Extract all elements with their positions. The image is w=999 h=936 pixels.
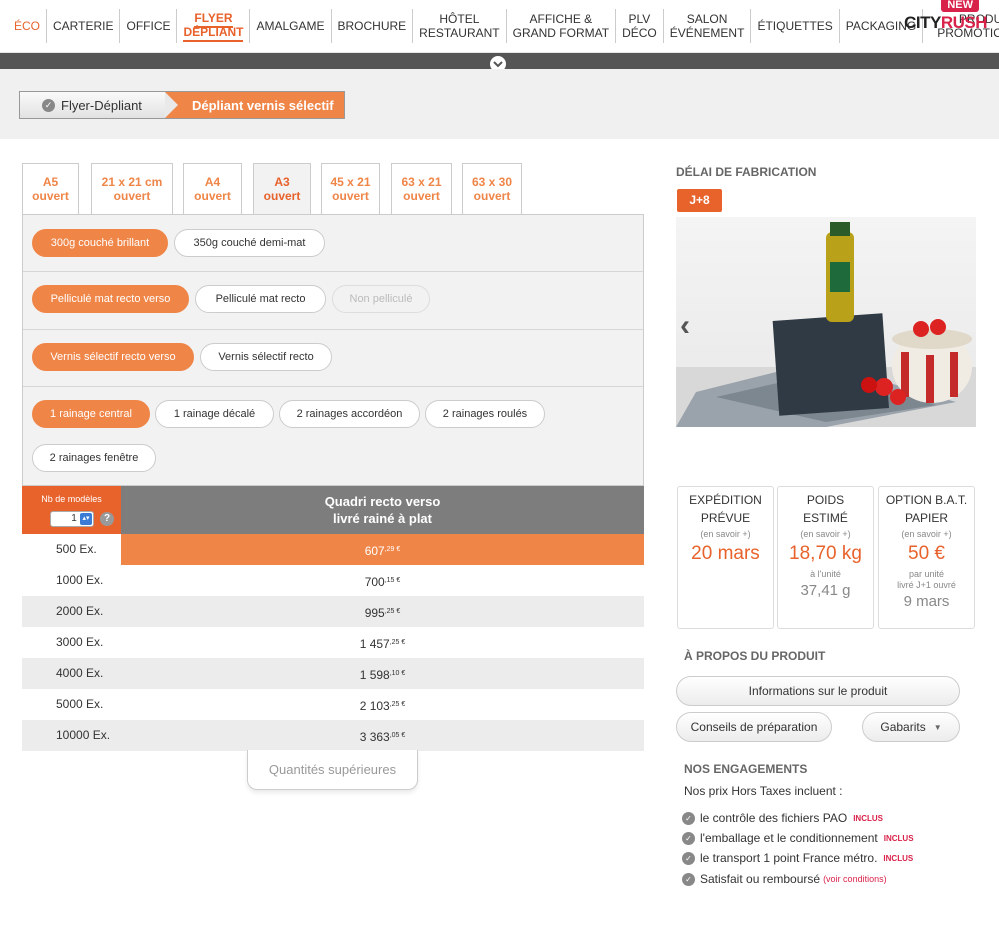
tab-21x21[interactable]: 21 x 21 cm ouvert	[91, 163, 173, 215]
nav-amalgame[interactable]: AMALGAME	[250, 9, 332, 43]
option-pellicule-recto[interactable]: Pelliculé mat recto	[195, 285, 326, 313]
cityrush-logo[interactable]: NEW CITYRUSH	[904, 0, 988, 50]
tab-63x21[interactable]: 63 x 21 ouvert	[391, 163, 452, 215]
option-rainages-accordeon[interactable]: 2 rainages accordéon	[279, 400, 420, 428]
caret-down-icon: ▼	[933, 722, 942, 732]
breadcrumb-parent[interactable]: ✓ Flyer-Dépliant	[20, 92, 165, 118]
nav-hotel-restaurant[interactable]: HÔTEL RESTAURANT	[413, 9, 507, 43]
price-column-header: Quadri recto verso livré rainé à plat	[324, 494, 441, 526]
creasing-options: 1 rainage central 1 rainage décalé 2 rai…	[23, 387, 643, 485]
preparation-tips-button[interactable]: Conseils de préparation	[676, 712, 832, 742]
nav-brochure[interactable]: BROCHURE	[332, 9, 414, 43]
new-badge: NEW	[941, 0, 979, 12]
table-row[interactable]: 5000 Ex. 2 103,25 €	[22, 689, 644, 720]
nav-plv-deco[interactable]: PLV DÉCO	[616, 9, 664, 43]
option-rainage-central[interactable]: 1 rainage central	[32, 400, 150, 428]
conditions-link[interactable]: (voir conditions)	[823, 874, 887, 884]
table-row[interactable]: 10000 Ex. 3 363,05 €	[22, 720, 644, 751]
bat-option-stat: OPTION B.A.T. PAPIER (en savoir +) 50 € p…	[878, 486, 975, 629]
tab-63x30[interactable]: 63 x 30 ouvert	[462, 163, 522, 215]
check-icon: ✓	[682, 872, 695, 886]
commitments-intro: Nos prix Hors Taxes incluent :	[684, 784, 843, 798]
option-non-pellicule: Non pelliculé	[332, 285, 430, 313]
table-row[interactable]: 500 Ex. 607,29 €	[22, 534, 644, 565]
tab-a4[interactable]: A4 ouvert	[183, 163, 242, 215]
higher-quantities-button[interactable]: Quantités supérieures	[247, 750, 418, 790]
price-table-header: Nb de modèles 1 ▴▾ ? Quadri recto verso li…	[22, 486, 644, 534]
table-row[interactable]: 4000 Ex. 1 598,10 €	[22, 658, 644, 689]
commitment-item: ✓ le contrôle des fichiers PAO INCLUS	[682, 810, 883, 826]
learn-more-link[interactable]: (en savoir +)	[778, 529, 873, 539]
breadcrumb-current: Dépliant vernis sélectif	[165, 92, 344, 118]
nav-etiquettes[interactable]: ÉTIQUETTES	[751, 9, 840, 43]
options-panel: 300g couché brillant 350g couché demi-ma…	[22, 214, 644, 486]
table-row[interactable]: 1000 Ex. 700,15 €	[22, 565, 644, 596]
templates-button[interactable]: Gabarits ▼	[862, 712, 960, 742]
commitment-item: ✓ l'emballage et le conditionnement INCLUS	[682, 830, 914, 846]
nav-carterie[interactable]: CARTERIE	[47, 9, 121, 43]
about-title: À PROPOS DU PRODUIT	[684, 649, 826, 663]
lamination-options: Pelliculé mat recto verso Pelliculé mat …	[23, 272, 643, 330]
check-icon: ✓	[682, 811, 695, 825]
table-row[interactable]: 2000 Ex. 995,25 €	[22, 596, 644, 627]
nav-flyer-depliant[interactable]: FLYER DÉPLIANT	[177, 9, 251, 43]
models-cell: Nb de modèles 1 ▴▾ ?	[22, 486, 121, 534]
paper-options: 300g couché brillant 350g couché demi-ma…	[23, 215, 643, 272]
commitment-item: ✓ le transport 1 point France métro. INCLU…	[682, 850, 913, 866]
breadcrumb-zone: ✓ Flyer-Dépliant Dépliant vernis sélecti…	[0, 69, 999, 139]
option-rainages-fenetre[interactable]: 2 rainages fenêtre	[32, 444, 156, 472]
prev-arrow-icon[interactable]: ‹	[680, 309, 690, 343]
models-select[interactable]: 1 ▴▾	[50, 511, 94, 527]
stepper-icon: ▴▾	[80, 513, 92, 525]
top-navigation: ÉCO CARTERIE OFFICE FLYER DÉPLIANT AMALGA…	[0, 0, 999, 53]
option-vernis-recto-verso[interactable]: Vernis sélectif recto verso	[32, 343, 194, 371]
nav-office[interactable]: OFFICE	[120, 9, 178, 43]
product-info-button[interactable]: Informations sur le produit	[676, 676, 960, 706]
commitment-item: ✓ Satisfait ou remboursé (voir conditions)	[682, 871, 887, 887]
option-pellicule-recto-verso[interactable]: Pelliculé mat recto verso	[32, 285, 189, 313]
varnish-options: Vernis sélectif recto verso Vernis sélec…	[23, 330, 643, 387]
commitments-title: NOS ENGAGEMENTS	[684, 762, 808, 776]
check-icon: ✓	[682, 831, 695, 845]
tab-a3[interactable]: A3 ouvert	[253, 163, 311, 216]
delay-title: DÉLAI DE FABRICATION	[676, 165, 817, 179]
check-icon: ✓	[682, 851, 695, 865]
help-icon[interactable]: ?	[100, 512, 114, 526]
breadcrumb: ✓ Flyer-Dépliant Dépliant vernis sélecti…	[19, 91, 345, 119]
shipping-stat: EXPÉDITION PRÉVUE (en savoir +) 20 mars	[677, 486, 774, 629]
option-vernis-recto[interactable]: Vernis sélectif recto	[200, 343, 332, 371]
nav-salon-evenement[interactable]: SALON ÉVÉNEMENT	[664, 9, 752, 43]
table-row[interactable]: 3000 Ex. 1 457,25 €	[22, 627, 644, 658]
delay-badge: J+8	[677, 189, 722, 212]
product-illustration	[676, 222, 976, 427]
tab-a5[interactable]: A5 ouvert	[22, 163, 79, 215]
weight-stat: POIDS ESTIMÉ (en savoir +) 18,70 kg à l'u…	[777, 486, 874, 629]
learn-more-link[interactable]: (en savoir +)	[879, 529, 974, 539]
learn-more-link[interactable]: (en savoir +)	[678, 529, 773, 539]
nav-eco[interactable]: ÉCO	[0, 9, 48, 43]
option-300g-brillant[interactable]: 300g couché brillant	[32, 229, 168, 257]
product-photo: ‹ ›	[676, 217, 976, 427]
chevron-down-icon: ✓	[42, 98, 55, 112]
option-rainages-roules[interactable]: 2 rainages roulés	[425, 400, 545, 428]
next-arrow-icon[interactable]: ›	[962, 309, 972, 343]
tab-45x21[interactable]: 45 x 21 ouvert	[321, 163, 380, 215]
option-rainage-decale[interactable]: 1 rainage décalé	[155, 400, 274, 428]
nav-affiche[interactable]: AFFICHE & GRAND FORMAT	[507, 9, 617, 43]
option-350g-demi-mat[interactable]: 350g couché demi-mat	[174, 229, 325, 257]
